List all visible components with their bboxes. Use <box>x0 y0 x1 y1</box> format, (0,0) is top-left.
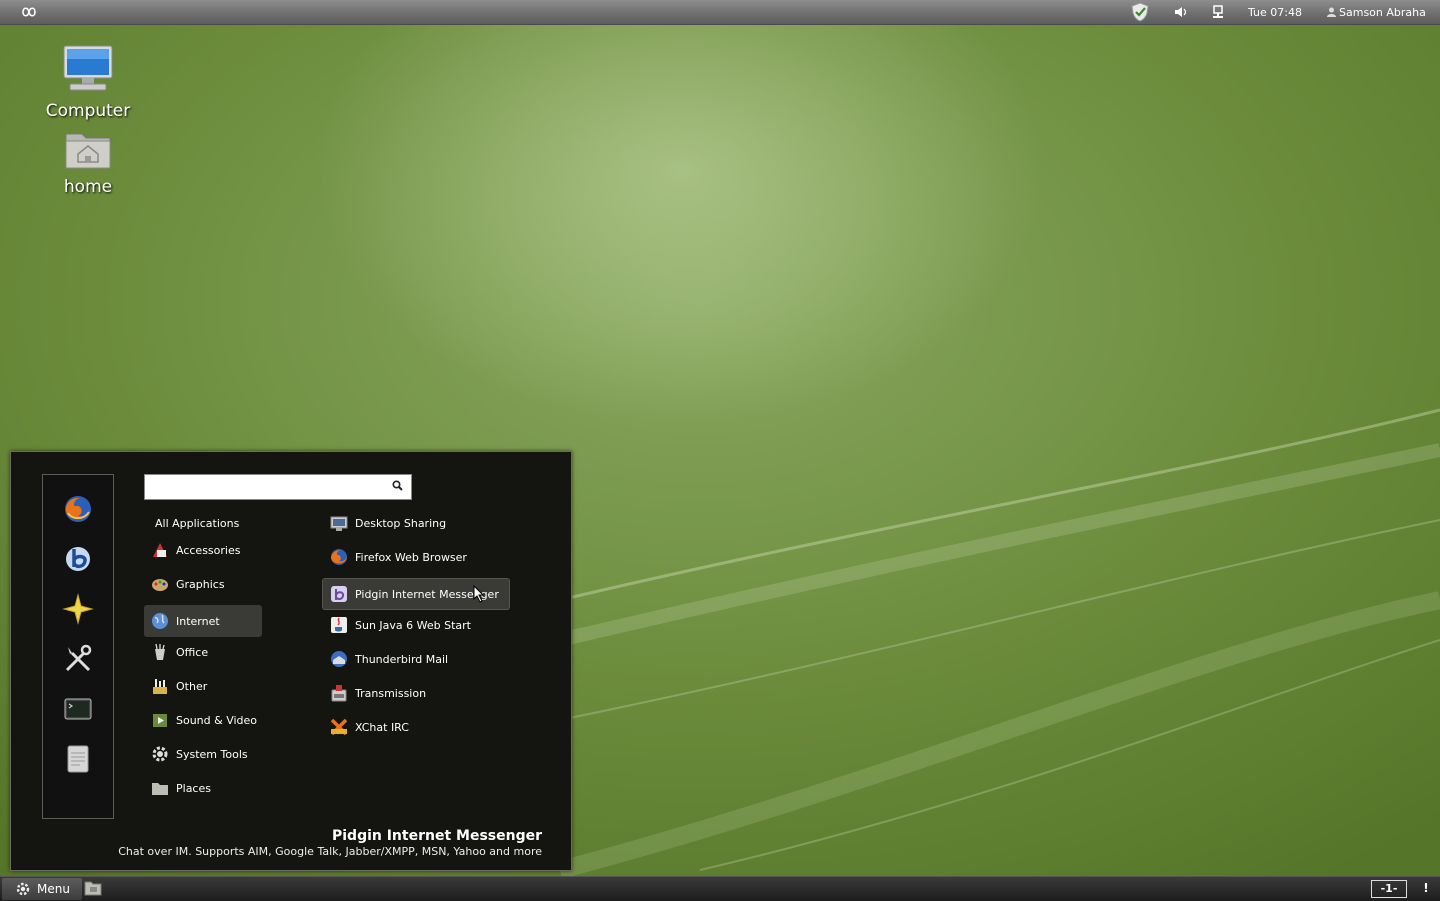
graphics-palette-icon <box>151 575 169 593</box>
app-transmission[interactable]: Transmission <box>323 677 511 709</box>
search-icon[interactable] <box>392 480 403 494</box>
tools-settings-icon[interactable] <box>62 643 94 675</box>
menu-gear-icon <box>15 881 31 897</box>
home-folder-icon <box>64 133 112 175</box>
app-description-title: Pidgin Internet Messenger <box>331 828 542 844</box>
search-box <box>144 474 412 500</box>
search-input[interactable] <box>145 475 391 497</box>
category-label: All Applications <box>155 516 240 530</box>
pidgin-messenger-icon[interactable] <box>62 543 94 575</box>
places-folder-icon <box>151 779 169 797</box>
thunderbird-icon <box>330 650 348 668</box>
category-accessories[interactable]: Accessories <box>144 534 262 566</box>
category-label: Other <box>176 679 208 693</box>
other-icon <box>151 677 169 695</box>
desktop-sharing-icon <box>330 514 348 532</box>
category-internet[interactable]: Internet <box>144 605 262 637</box>
menu-button-label: Menu <box>37 882 70 896</box>
top-panel: Tue 07:48 Samson Abraha <box>0 0 1440 25</box>
app-xchat[interactable]: XChat IRC <box>323 711 511 743</box>
show-desktop-icon[interactable] <box>84 880 102 899</box>
category-system-tools[interactable]: System Tools <box>144 738 262 770</box>
category-label: Places <box>176 781 211 795</box>
category-label: Office <box>176 645 209 659</box>
pidgin-icon <box>330 585 348 603</box>
app-firefox[interactable]: Firefox Web Browser <box>323 541 511 573</box>
update-shield-icon[interactable] <box>1130 0 1150 24</box>
firefox-icon <box>330 548 348 566</box>
category-places[interactable]: Places <box>144 772 262 804</box>
app-label: Firefox Web Browser <box>355 550 467 564</box>
computer-icon <box>62 45 114 99</box>
app-label: Desktop Sharing <box>355 516 447 530</box>
network-icon[interactable] <box>1212 0 1224 24</box>
sound-video-icon <box>151 711 169 729</box>
category-other[interactable]: Other <box>144 670 262 702</box>
user-menu[interactable]: Samson Abraha <box>1327 0 1426 24</box>
app-description-text: Chat over IM. Supports AIM, Google Talk,… <box>118 845 542 858</box>
desktop-icon-label: home <box>63 177 113 197</box>
application-menu: All Applications Accessories Graphics In… <box>10 451 572 871</box>
infinity-logo-icon[interactable] <box>18 3 40 21</box>
menu-button[interactable]: Menu <box>2 878 82 900</box>
category-label: Internet <box>176 614 220 628</box>
user-status-icon <box>1327 7 1336 17</box>
mouse-pointer-icon <box>473 584 485 607</box>
app-label: XChat IRC <box>355 720 409 734</box>
accessories-icon <box>151 541 169 559</box>
user-name: Samson Abraha <box>1339 5 1426 19</box>
notification-indicator[interactable]: ! <box>1420 881 1432 895</box>
category-label: Graphics <box>176 577 225 591</box>
desktop-icon-computer[interactable]: Computer <box>33 44 143 121</box>
category-label: Accessories <box>176 543 241 557</box>
app-thunderbird[interactable]: Thunderbird Mail <box>323 643 511 675</box>
volume-icon[interactable] <box>1174 0 1188 24</box>
transmission-icon <box>330 684 348 702</box>
workspace-switcher[interactable]: -1- <box>1371 880 1407 898</box>
app-desktop-sharing[interactable]: Desktop Sharing <box>323 507 511 539</box>
app-label: Thunderbird Mail <box>355 652 449 666</box>
xchat-icon <box>330 718 348 736</box>
category-sound-video[interactable]: Sound & Video <box>144 704 262 736</box>
app-label: Transmission <box>355 686 427 700</box>
star-favorites-icon[interactable] <box>62 593 94 625</box>
category-graphics[interactable]: Graphics <box>144 568 262 600</box>
desktop-icon-label: Computer <box>45 101 131 121</box>
app-java-web-start[interactable]: Sun Java 6 Web Start <box>323 609 511 641</box>
java-icon <box>330 616 348 634</box>
internet-globe-icon <box>151 612 169 630</box>
category-label: Sound & Video <box>176 713 258 727</box>
app-label: Sun Java 6 Web Start <box>355 618 471 632</box>
favorites-bar <box>42 474 114 819</box>
system-tools-gear-icon <box>151 745 169 763</box>
office-icon <box>151 643 169 661</box>
clock[interactable]: Tue 07:48 <box>1248 0 1302 24</box>
firefox-icon[interactable] <box>62 493 94 525</box>
category-label: System Tools <box>176 747 248 761</box>
category-office[interactable]: Office <box>144 636 262 668</box>
document-viewer-icon[interactable] <box>62 743 94 775</box>
terminal-icon[interactable] <box>62 693 94 725</box>
bottom-panel: Menu -1- ! <box>0 876 1440 901</box>
desktop-icon-home[interactable]: home <box>33 128 143 197</box>
